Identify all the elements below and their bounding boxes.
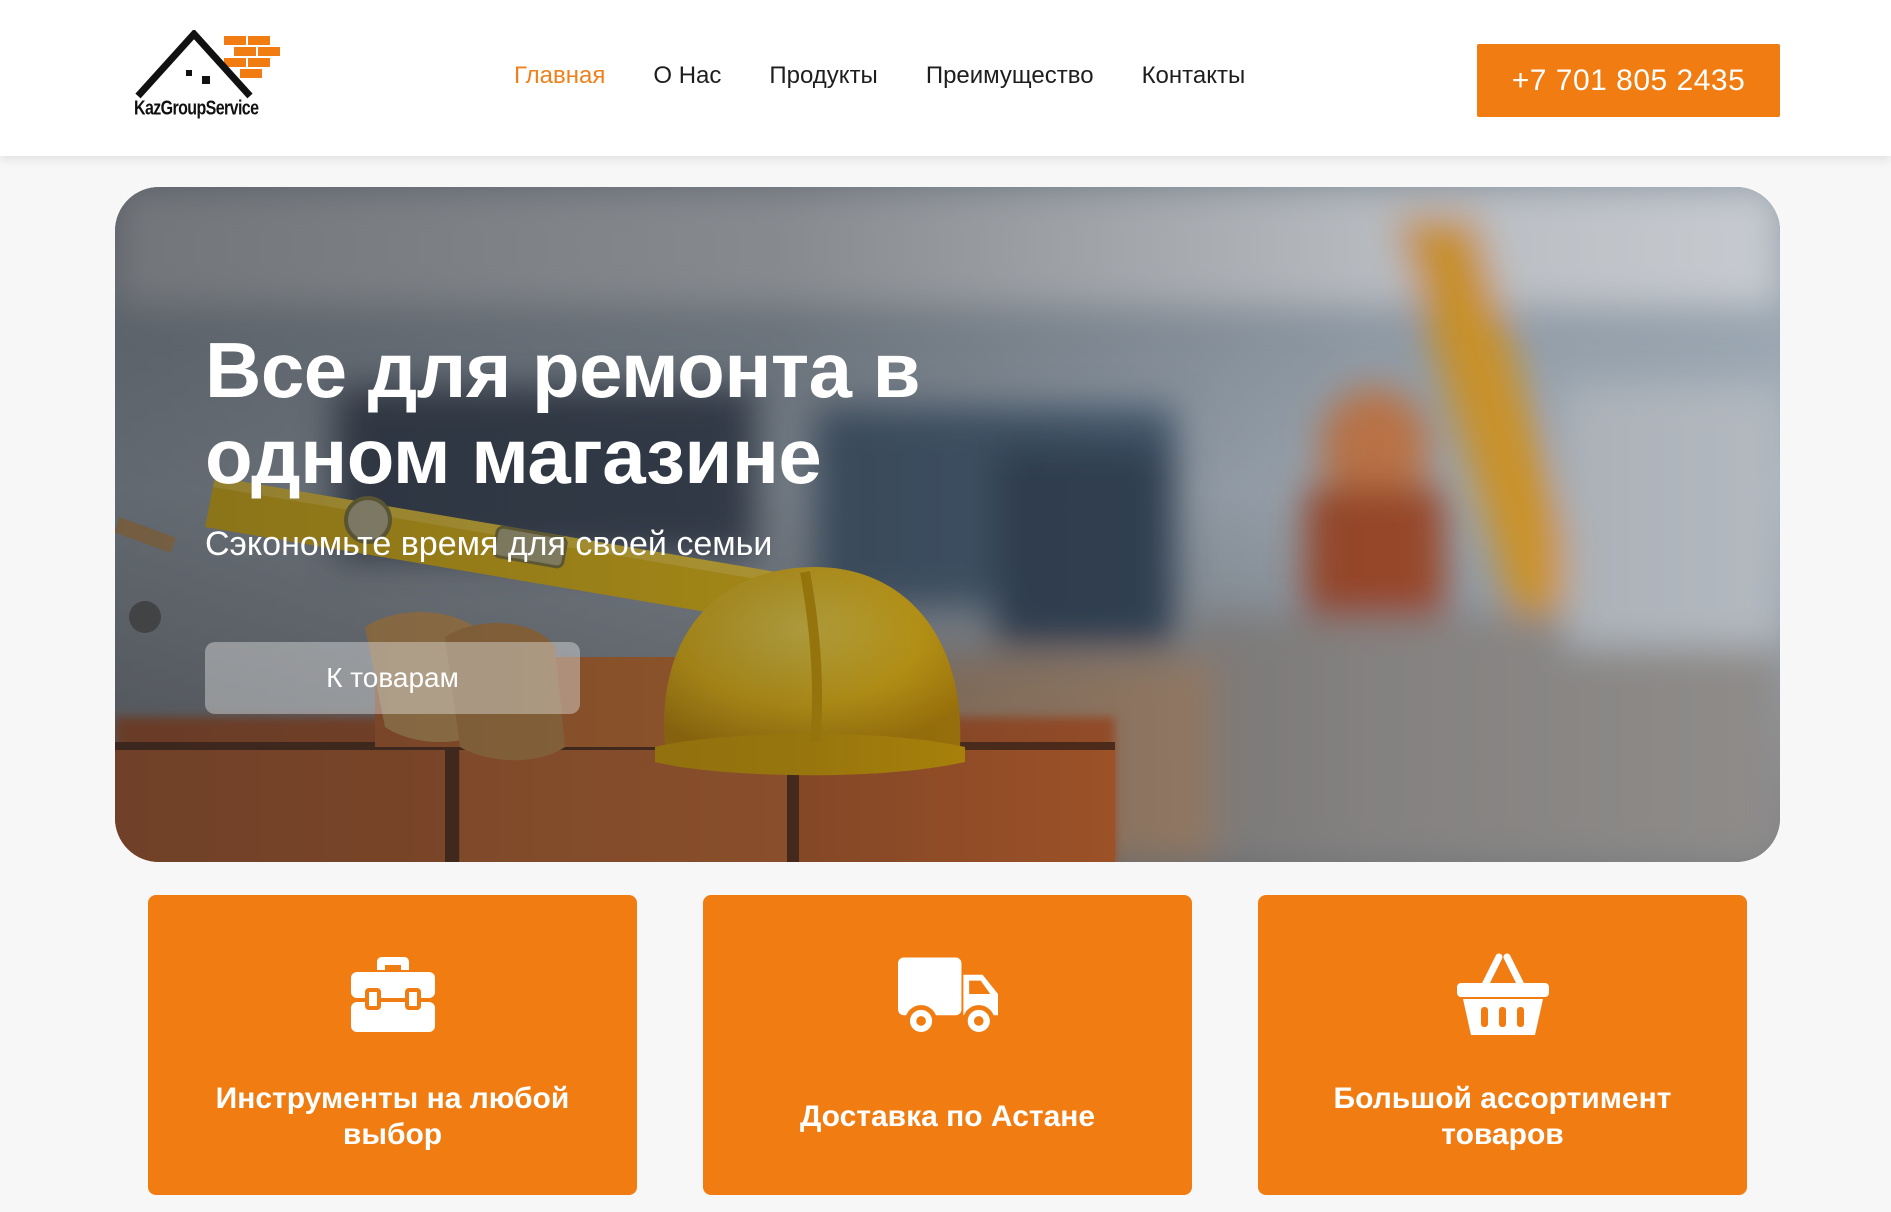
- hero-title: Все для ремонта в одном магазине: [205, 326, 921, 500]
- feature-card-delivery[interactable]: Доставка по Астане: [703, 895, 1192, 1195]
- feature-title-delivery: Доставка по Астане: [799, 1100, 1096, 1133]
- truck-icon: [897, 945, 998, 1045]
- feature-title-assortment: Большой ассортимент товаров: [1333, 1082, 1672, 1151]
- nav-item-about[interactable]: О Нас: [653, 62, 721, 90]
- feature-title-tools: Инструменты на любой выбор: [215, 1082, 570, 1151]
- hero-banner: Все для ремонта в одном магазине Сэконом…: [115, 187, 1780, 862]
- logo[interactable]: KazGroupService: [132, 28, 292, 126]
- nav-item-home[interactable]: Главная: [514, 62, 605, 90]
- site-header: KazGroupService Главная О Нас Продукты П…: [0, 0, 1891, 156]
- toolbox-icon: [343, 945, 443, 1045]
- feature-card-tools[interactable]: Инструменты на любой выбор: [148, 895, 637, 1195]
- logo-house-icon: [135, 28, 280, 99]
- logo-text: KazGroupService: [134, 98, 259, 120]
- nav-item-products[interactable]: Продукты: [769, 62, 877, 90]
- hero-subtitle: Сэкономьте время для своей семьи: [205, 525, 773, 563]
- main-nav: Главная О Нас Продукты Преимущество Конт…: [514, 62, 1293, 90]
- features-section: Инструменты на любой выбор Доставка по А…: [148, 895, 1747, 1195]
- to-products-button[interactable]: К товарам: [205, 642, 580, 714]
- phone-button[interactable]: +7 701 805 2435: [1477, 44, 1780, 117]
- feature-card-assortment[interactable]: Большой ассортимент товаров: [1258, 895, 1747, 1195]
- nav-item-contacts[interactable]: Контакты: [1142, 62, 1246, 90]
- basket-icon: [1453, 945, 1553, 1045]
- nav-item-advantages[interactable]: Преимущество: [926, 62, 1094, 90]
